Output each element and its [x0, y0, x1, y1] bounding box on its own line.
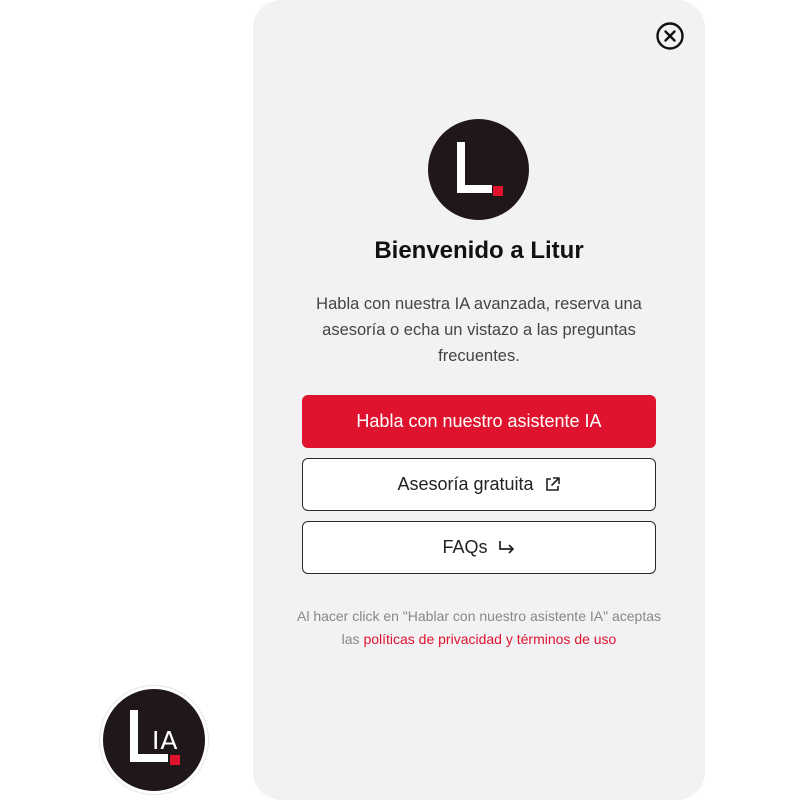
close-circle-icon — [656, 22, 684, 50]
litur-logo — [428, 119, 529, 220]
free-advice-label: Asesoría gratuita — [397, 474, 534, 494]
welcome-description: Habla con nuestra IA avanzada, reserva u… — [316, 295, 642, 365]
free-advice-button[interactable]: Asesoría gratuita — [302, 458, 656, 511]
chat-launcher-button[interactable]: IA — [100, 686, 208, 794]
external-link-icon — [544, 476, 561, 493]
welcome-panel: Bienvenido a Litur Habla con nuestra IA … — [253, 0, 705, 800]
talk-to-assistant-button[interactable]: Habla con nuestro asistente IA — [302, 395, 656, 448]
talk-to-assistant-label: Habla con nuestro asistente IA — [356, 411, 602, 431]
widget-stage: Bienvenido a Litur Habla con nuestra IA … — [0, 0, 800, 800]
litur-logo-mark — [457, 142, 503, 196]
arrow-down-right-icon — [498, 540, 516, 556]
welcome-title: Bienvenido a Litur — [374, 237, 584, 264]
legal-notice: Al hacer click en "Hablar con nuestro as… — [293, 605, 665, 651]
close-button[interactable] — [655, 21, 685, 51]
privacy-terms-link[interactable]: políticas de privacidad y términos de us… — [363, 631, 616, 647]
launcher-label: IA — [152, 726, 179, 755]
faqs-button[interactable]: FAQs — [302, 521, 656, 574]
faqs-label: FAQs — [442, 537, 488, 557]
